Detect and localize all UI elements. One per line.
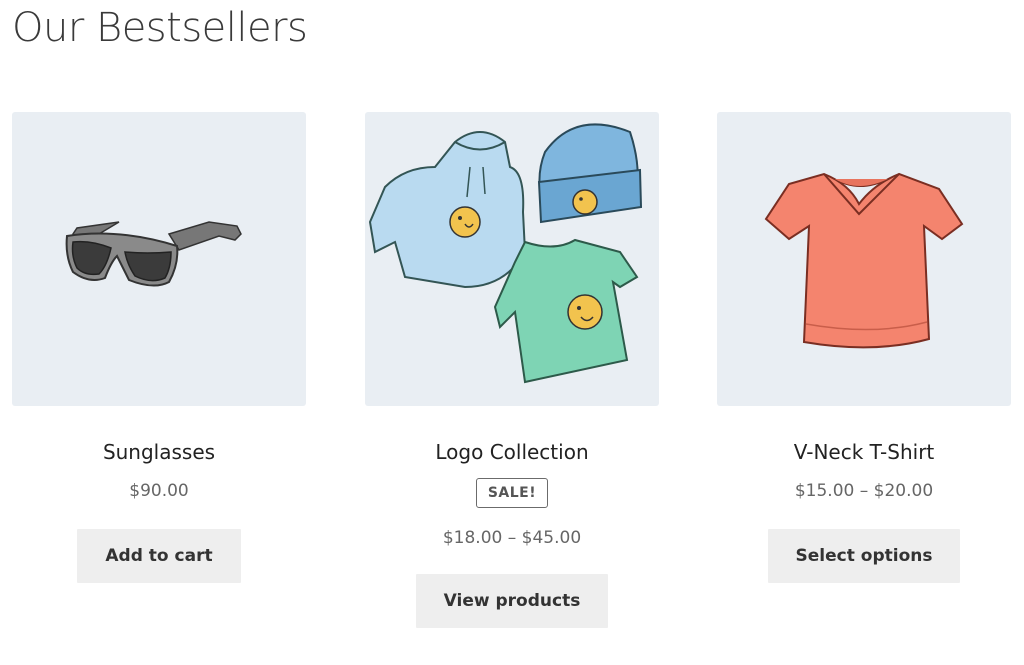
view-products-button[interactable]: View products — [415, 574, 609, 628]
product-card-vneck-tshirt: V-Neck T-Shirt $15.00 – $20.00 Select op… — [717, 112, 1011, 583]
product-card-sunglasses: Sunglasses $90.00 Add to cart — [12, 112, 306, 583]
sale-badge: SALE! — [475, 478, 549, 508]
logo-collection-icon — [368, 123, 643, 384]
product-image-sunglasses[interactable] — [12, 112, 306, 406]
bestsellers-section: Our Bestsellers Sunglasses $90.00 Add to… — [0, 0, 1024, 665]
product-price: $90.00 — [129, 481, 189, 501]
product-price: $15.00 – $20.00 — [794, 481, 934, 501]
product-title[interactable]: Logo Collection — [365, 439, 659, 465]
product-card-logo-collection: Logo Collection SALE! $18.00 – $45.00 Vi… — [365, 112, 659, 628]
product-price: $18.00 – $45.00 — [442, 528, 582, 548]
product-title[interactable]: Sunglasses — [12, 439, 306, 465]
product-image-logo-collection[interactable] — [365, 112, 659, 406]
select-options-button[interactable]: Select options — [767, 529, 961, 583]
sunglasses-icon — [65, 221, 242, 287]
product-image-vneck-tshirt[interactable] — [717, 112, 1011, 406]
product-title[interactable]: V-Neck T-Shirt — [717, 439, 1011, 465]
beanie-icon — [537, 123, 643, 224]
section-title: Our Bestsellers — [12, 5, 308, 51]
hoodie-icon — [368, 131, 527, 289]
tshirt-icon — [493, 238, 639, 384]
vneck-tshirt-icon — [764, 172, 964, 349]
add-to-cart-button[interactable]: Add to cart — [77, 529, 241, 583]
